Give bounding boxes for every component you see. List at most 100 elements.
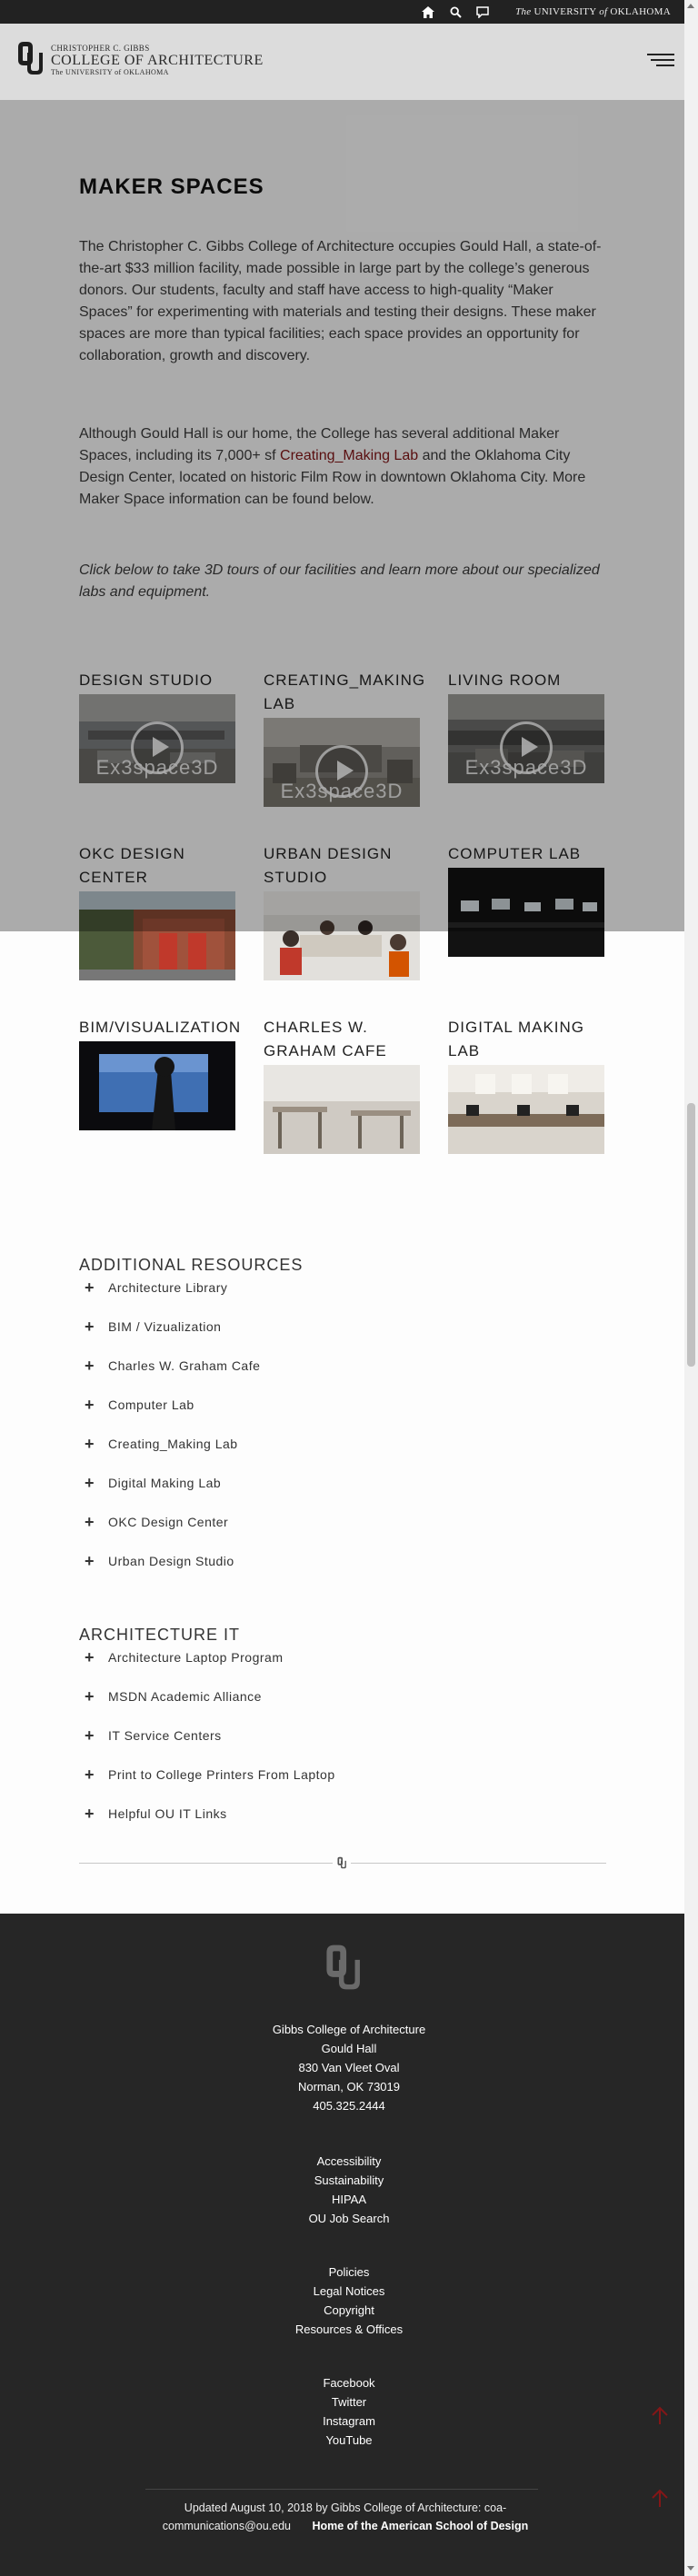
plus-icon: +	[85, 1396, 95, 1414]
plus-icon: +	[85, 1552, 95, 1570]
accordion-item-bim-vizualization[interactable]: + BIM / Vizualization	[79, 1315, 606, 1342]
footer-link-legal-notices[interactable]: Legal Notices	[0, 2282, 698, 2301]
accordion-item-it-service-centers[interactable]: + IT Service Centers	[79, 1724, 606, 1751]
accordion-item-architecture-library[interactable]: + Architecture Library	[79, 1276, 606, 1303]
ou-wordmark-the: The	[515, 6, 532, 17]
footer-link-accessibility[interactable]: Accessibility	[0, 2152, 698, 2171]
ou-wordmark-of: of	[599, 6, 608, 17]
accordion-item-okc-design-center[interactable]: + OKC Design Center	[79, 1510, 606, 1537]
footer-link-copyright[interactable]: Copyright	[0, 2301, 698, 2320]
footer-social: Facebook Twitter Instagram YouTube	[0, 2373, 698, 2450]
phone-number[interactable]: 405.325.2444	[0, 2096, 698, 2115]
plus-icon: +	[85, 1318, 95, 1336]
scrollbar-thumb[interactable]	[687, 1103, 695, 1367]
plus-icon: +	[85, 1687, 95, 1706]
accordion-item-msdn[interactable]: + MSDN Academic Alliance	[79, 1685, 606, 1712]
footer-address: Gibbs College of Architecture Gould Hall…	[0, 2020, 698, 2115]
accordion-item-graham-cafe[interactable]: + Charles W. Graham Cafe	[79, 1354, 606, 1381]
chat-icon[interactable]	[474, 4, 491, 20]
footer-link-hipaa[interactable]: HIPAA	[0, 2190, 698, 2209]
college-logo[interactable]: CHRISTOPHER C. GIBBS COLLEGE OF ARCHITEC…	[51, 44, 264, 76]
footer-update-note: Updated August 10, 2018 by Gibbs College…	[145, 2499, 545, 2535]
site-header: CHRISTOPHER C. GIBBS COLLEGE OF ARCHITEC…	[0, 24, 698, 100]
scroll-down-arrow-icon[interactable]	[687, 2566, 694, 2571]
tile-title: CHARLES W. GRAHAM CAFE	[264, 1019, 387, 1059]
page-scrollbar[interactable]	[684, 0, 698, 2576]
accordion-label: Print to College Printers From Laptop	[108, 1767, 335, 1782]
scroll-top-arrow-icon[interactable]	[649, 2488, 671, 2510]
accordion-label: IT Service Centers	[108, 1728, 222, 1743]
accordion-label: Creating_Making Lab	[108, 1437, 238, 1451]
accordion-item-laptop-program[interactable]: + Architecture Laptop Program	[79, 1646, 606, 1673]
plus-icon: +	[85, 1648, 95, 1666]
additional-resources-heading: ADDITIONAL RESOURCES	[79, 1256, 304, 1274]
ou-wordmark-state: OKLAHOMA	[610, 6, 671, 17]
plus-icon: +	[85, 1765, 95, 1784]
accordion-label: Charles W. Graham Cafe	[108, 1358, 261, 1373]
accordion-item-ou-it-links[interactable]: + Helpful OU IT Links	[79, 1802, 606, 1829]
digital-making-lab-thumbnail[interactable]	[448, 1065, 604, 1154]
ou-logo-icon[interactable]	[15, 40, 45, 81]
ou-wordmark[interactable]: The UNIVERSITY of OKLAHOMA	[515, 6, 671, 17]
accordion-item-print-to-printers[interactable]: + Print to College Printers From Laptop	[79, 1763, 606, 1790]
modal-overlay[interactable]	[0, 100, 698, 931]
address-line: Gould Hall	[321, 2042, 377, 2055]
graham-cafe-thumbnail[interactable]	[264, 1065, 420, 1154]
accordion-item-computer-lab[interactable]: + Computer Lab	[79, 1393, 606, 1420]
tile-title: BIM/VISUALIZATION	[79, 1019, 242, 1036]
accordion-label: OKC Design Center	[108, 1515, 229, 1529]
tile-bim-visualization[interactable]: BIM/VISUALIZATION	[79, 1016, 242, 1130]
accordion-label: MSDN Academic Alliance	[108, 1689, 262, 1704]
footer-tagline: Home of the American School of Design	[312, 2520, 529, 2532]
footer-link-instagram[interactable]: Instagram	[0, 2412, 698, 2431]
scroll-up-arrow-icon[interactable]	[687, 4, 694, 8]
plus-icon: +	[85, 1278, 95, 1297]
footer-links-1: Accessibility Sustainability HIPAA OU Jo…	[0, 2152, 698, 2228]
plus-icon: +	[85, 1474, 95, 1492]
ou-wordmark-name: UNIVERSITY	[533, 6, 597, 17]
logo-line-3: The UNIVERSITY of OKLAHOMA	[51, 68, 169, 76]
footer-link-twitter[interactable]: Twitter	[0, 2392, 698, 2412]
home-icon[interactable]	[420, 4, 436, 20]
bim-visualization-thumbnail[interactable]	[79, 1041, 235, 1130]
footer-link-facebook[interactable]: Facebook	[0, 2373, 698, 2392]
accordion-label: Computer Lab	[108, 1397, 194, 1412]
logo-line-2: COLLEGE OF ARCHITECTURE	[51, 53, 264, 68]
menu-icon[interactable]	[647, 51, 674, 69]
tile-digital-making-lab[interactable]: DIGITAL MAKING LAB	[448, 1016, 604, 1154]
footer-links-2: Policies Legal Notices Copyright Resourc…	[0, 2263, 698, 2339]
accordion-label: BIM / Vizualization	[108, 1319, 222, 1334]
accordion-label: Architecture Laptop Program	[108, 1650, 284, 1665]
site-footer: Gibbs College of Architecture Gould Hall…	[0, 1914, 698, 2576]
accordion-label: Architecture Library	[108, 1280, 228, 1295]
footer-link-sustainability[interactable]: Sustainability	[0, 2171, 698, 2190]
address-line: 830 Van Vleet Oval	[298, 2061, 400, 2074]
accordion-item-digital-making-lab[interactable]: + Digital Making Lab	[79, 1471, 606, 1498]
top-bar-icons	[420, 4, 491, 20]
address-line: Gibbs College of Architecture	[272, 2023, 426, 2036]
tile-charles-w-graham-cafe[interactable]: CHARLES W. GRAHAM CAFE	[264, 1016, 420, 1154]
back-to-top-arrow-icon[interactable]	[649, 2405, 671, 2427]
accordion-label: Helpful OU IT Links	[108, 1806, 227, 1821]
search-icon[interactable]	[447, 4, 464, 20]
main-content: MAKER SPACES The Christopher C. Gibbs Co…	[0, 100, 698, 1914]
footer-link-youtube[interactable]: YouTube	[0, 2431, 698, 2450]
architecture-it-heading: ARCHITECTURE IT	[79, 1626, 240, 1644]
footer-rule	[145, 2489, 538, 2490]
logo-line-1: CHRISTOPHER C. GIBBS	[51, 44, 150, 53]
accordion-item-urban-design-studio[interactable]: + Urban Design Studio	[79, 1549, 606, 1576]
plus-icon: +	[85, 1357, 95, 1375]
accordion-item-creating-making-lab[interactable]: + Creating_Making Lab	[79, 1432, 606, 1459]
plus-icon: +	[85, 1513, 95, 1531]
ou-footer-logo-icon[interactable]	[322, 1939, 364, 1998]
footer-link-resources-offices[interactable]: Resources & Offices	[0, 2320, 698, 2339]
tile-title: DIGITAL MAKING LAB	[448, 1019, 585, 1059]
top-bar: The UNIVERSITY of OKLAHOMA	[0, 0, 698, 24]
plus-icon: +	[85, 1805, 95, 1823]
address-line: Norman, OK 73019	[297, 2080, 400, 2094]
footer-link-job-search[interactable]: OU Job Search	[0, 2209, 698, 2228]
accordion-label: Digital Making Lab	[108, 1476, 222, 1490]
plus-icon: +	[85, 1435, 95, 1453]
footer-link-policies[interactable]: Policies	[0, 2263, 698, 2282]
accordion-label: Urban Design Studio	[108, 1554, 234, 1568]
